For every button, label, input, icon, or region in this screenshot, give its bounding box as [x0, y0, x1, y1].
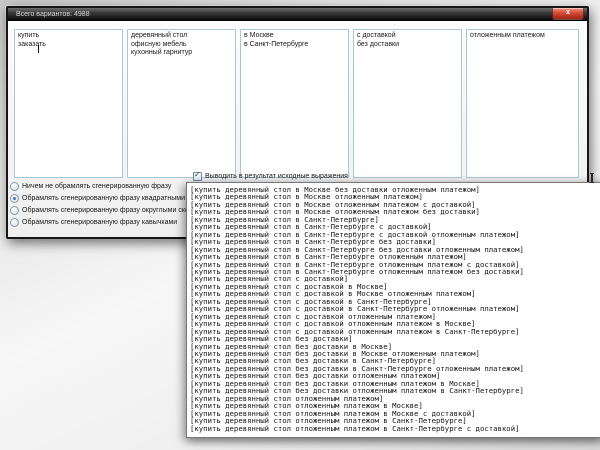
check-mark-icon: ✓: [194, 170, 201, 179]
phrase-column-3-textarea[interactable]: в Москве в Санкт-Петербурге: [240, 29, 349, 178]
radio-label: Обрамлять сгенерированную фразу кавычкам…: [22, 219, 178, 226]
text-cursor-pointer: [590, 173, 594, 183]
checkbox-label: Выводить в результат исходные выражения: [205, 173, 348, 180]
phrase-column-2-textarea[interactable]: деревянный стол офисную мебель кухонный …: [127, 29, 236, 178]
phrase-column-1-textarea[interactable]: купить заказать: [14, 29, 123, 178]
radio-label: Обрамлять сгенерированную фразу округлым…: [22, 207, 209, 214]
radio-dot: [12, 196, 16, 200]
radio-icon[interactable]: [10, 218, 19, 227]
radio-icon[interactable]: [10, 206, 19, 215]
text-caret: [38, 45, 39, 53]
include-source-checkbox-row[interactable]: ✓ Выводить в результат исходные выражени…: [193, 170, 348, 181]
phrase-column-5-textarea[interactable]: отложенным платежом: [466, 29, 579, 178]
radio-round-brackets[interactable]: Обрамлять сгенерированную фразу округлым…: [10, 206, 209, 215]
radio-icon-selected[interactable]: [10, 194, 19, 203]
window-title: Всего вариантов: 4988: [16, 11, 90, 18]
close-button[interactable]: x: [552, 8, 584, 20]
result-line: [купить деревянный стол отложенным плате…: [190, 423, 520, 433]
phrase-column-4-textarea[interactable]: с доставкой без доставки: [353, 29, 462, 178]
title-bar[interactable]: Всего вариантов: 4988 x: [8, 8, 587, 21]
radio-label: Ничем не обрамлять сгенерированную фразу: [22, 183, 172, 190]
results-list-window[interactable]: [купить деревянный стол в Москве без дос…: [186, 182, 600, 438]
radio-quotes[interactable]: Обрамлять сгенерированную фразу кавычкам…: [10, 218, 177, 227]
checkbox-checked-icon[interactable]: ✓: [193, 170, 202, 181]
radio-no-framing[interactable]: Ничем не обрамлять сгенерированную фразу: [10, 182, 171, 191]
radio-icon[interactable]: [10, 182, 19, 191]
